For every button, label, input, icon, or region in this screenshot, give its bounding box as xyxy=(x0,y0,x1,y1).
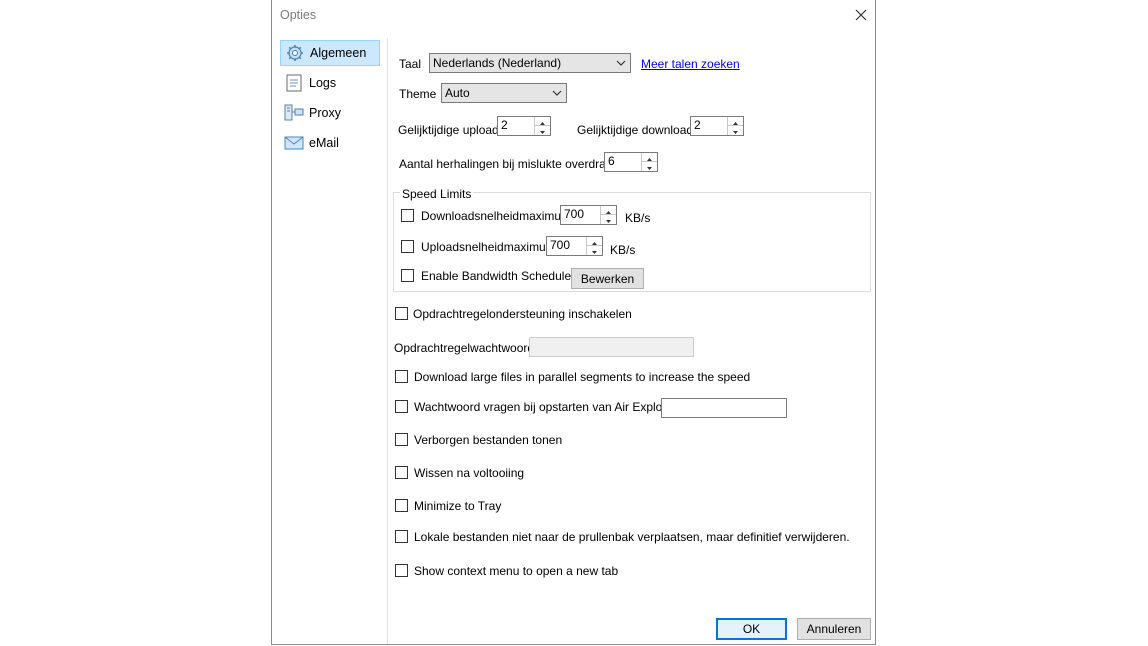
uploads-stepper[interactable]: 2 xyxy=(497,116,551,136)
close-icon[interactable] xyxy=(850,4,872,26)
stepper-down-button[interactable] xyxy=(587,246,602,255)
ok-button[interactable]: OK xyxy=(716,618,787,640)
proxy-icon xyxy=(284,104,304,121)
stepper-up-button[interactable] xyxy=(587,237,602,246)
dialog-title: Opties xyxy=(280,8,317,22)
cmdline-password-field[interactable] xyxy=(529,337,694,357)
clear-after-checkbox[interactable] xyxy=(395,466,408,479)
sidebar: Algemeen Logs Proxy eMail xyxy=(280,38,388,644)
chevron-down-icon xyxy=(616,60,626,66)
download-limit-stepper[interactable]: 700 xyxy=(560,205,617,225)
stepper-down-button[interactable] xyxy=(601,215,616,224)
delete-permanently-label: Lokale bestanden niet naar de prullenbak… xyxy=(414,530,850,544)
retries-label: Aantal herhalingen bij mislukte overdrac… xyxy=(399,157,622,171)
uploads-value: 2 xyxy=(501,118,508,132)
upload-unit: KB/s xyxy=(610,243,636,257)
retries-value: 6 xyxy=(608,154,615,168)
cmdline-support-label: Opdrachtregelondersteuning inschakelen xyxy=(413,307,632,321)
download-limit-label: Downloadsnelheidmaximum xyxy=(421,209,572,223)
speed-limits-title: Speed Limits xyxy=(400,187,474,201)
sidebar-item-email[interactable]: eMail xyxy=(280,130,380,156)
theme-value: Auto xyxy=(445,86,470,100)
download-limit-checkbox[interactable] xyxy=(401,209,414,222)
downloads-label: Gelijktijdige downloads xyxy=(577,123,700,137)
ask-password-checkbox[interactable] xyxy=(395,400,408,413)
cancel-button[interactable]: Annuleren xyxy=(797,618,871,640)
sidebar-item-proxy[interactable]: Proxy xyxy=(280,100,380,126)
language-select[interactable]: Nederlands (Nederland) xyxy=(429,53,631,73)
show-hidden-checkbox[interactable] xyxy=(395,433,408,446)
stepper-down-button[interactable] xyxy=(728,126,743,135)
stepper-up-button[interactable] xyxy=(601,206,616,215)
clear-after-label: Wissen na voltooiing xyxy=(414,466,525,480)
ask-password-label: Wachtwoord vragen bij opstarten van Air … xyxy=(414,400,678,414)
theme-select[interactable]: Auto xyxy=(441,83,567,103)
parallel-segments-checkbox[interactable] xyxy=(395,370,408,383)
gear-icon xyxy=(287,45,303,61)
scheduler-label: Enable Bandwidth Scheduler xyxy=(421,269,576,283)
parallel-segments-label: Download large files in parallel segment… xyxy=(414,370,751,384)
options-dialog: Opties Algemeen Logs Proxy eMail Taal Ne… xyxy=(271,0,876,645)
cmdline-support-checkbox[interactable] xyxy=(395,307,408,320)
stepper-up-button[interactable] xyxy=(535,117,550,126)
sidebar-item-logs[interactable]: Logs xyxy=(280,70,380,96)
startup-password-field[interactable] xyxy=(661,398,787,418)
email-icon xyxy=(284,136,304,150)
cmdline-password-label: Opdrachtregelwachtwoord xyxy=(394,341,535,355)
minimize-tray-label: Minimize to Tray xyxy=(414,499,502,513)
upload-limit-stepper[interactable]: 700 xyxy=(546,236,603,256)
edit-scheduler-button[interactable]: Bewerken xyxy=(571,268,644,289)
delete-permanently-checkbox[interactable] xyxy=(395,530,408,543)
stepper-up-button[interactable] xyxy=(728,117,743,126)
sidebar-item-label: Proxy xyxy=(309,106,341,120)
upload-limit-label: Uploadsnelheidmaximum xyxy=(421,240,556,254)
minimize-tray-checkbox[interactable] xyxy=(395,499,408,512)
download-limit-value: 700 xyxy=(564,207,585,221)
stepper-up-button[interactable] xyxy=(642,153,657,162)
stepper-down-button[interactable] xyxy=(535,126,550,135)
context-menu-checkbox[interactable] xyxy=(395,564,408,577)
sidebar-item-algemeen[interactable]: Algemeen xyxy=(280,40,380,66)
more-languages-link[interactable]: Meer talen zoeken xyxy=(641,57,740,71)
download-unit: KB/s xyxy=(625,211,651,225)
retries-stepper[interactable]: 6 xyxy=(604,152,658,172)
upload-limit-value: 700 xyxy=(550,238,571,252)
show-hidden-label: Verborgen bestanden tonen xyxy=(414,433,563,447)
log-icon xyxy=(286,74,302,92)
chevron-down-icon xyxy=(552,90,562,96)
downloads-value: 2 xyxy=(694,118,701,132)
sidebar-item-label: eMail xyxy=(309,136,339,150)
theme-label: Theme xyxy=(399,87,437,101)
downloads-stepper[interactable]: 2 xyxy=(690,116,744,136)
scheduler-checkbox[interactable] xyxy=(401,269,414,282)
sidebar-item-label: Algemeen xyxy=(310,46,367,60)
uploads-label: Gelijktijdige uploads xyxy=(398,123,505,137)
context-menu-label: Show context menu to open a new tab xyxy=(414,564,619,578)
upload-limit-checkbox[interactable] xyxy=(401,240,414,253)
stepper-down-button[interactable] xyxy=(642,162,657,171)
language-value: Nederlands (Nederland) xyxy=(433,56,562,70)
sidebar-item-label: Logs xyxy=(309,76,337,90)
language-label: Taal xyxy=(399,57,422,71)
